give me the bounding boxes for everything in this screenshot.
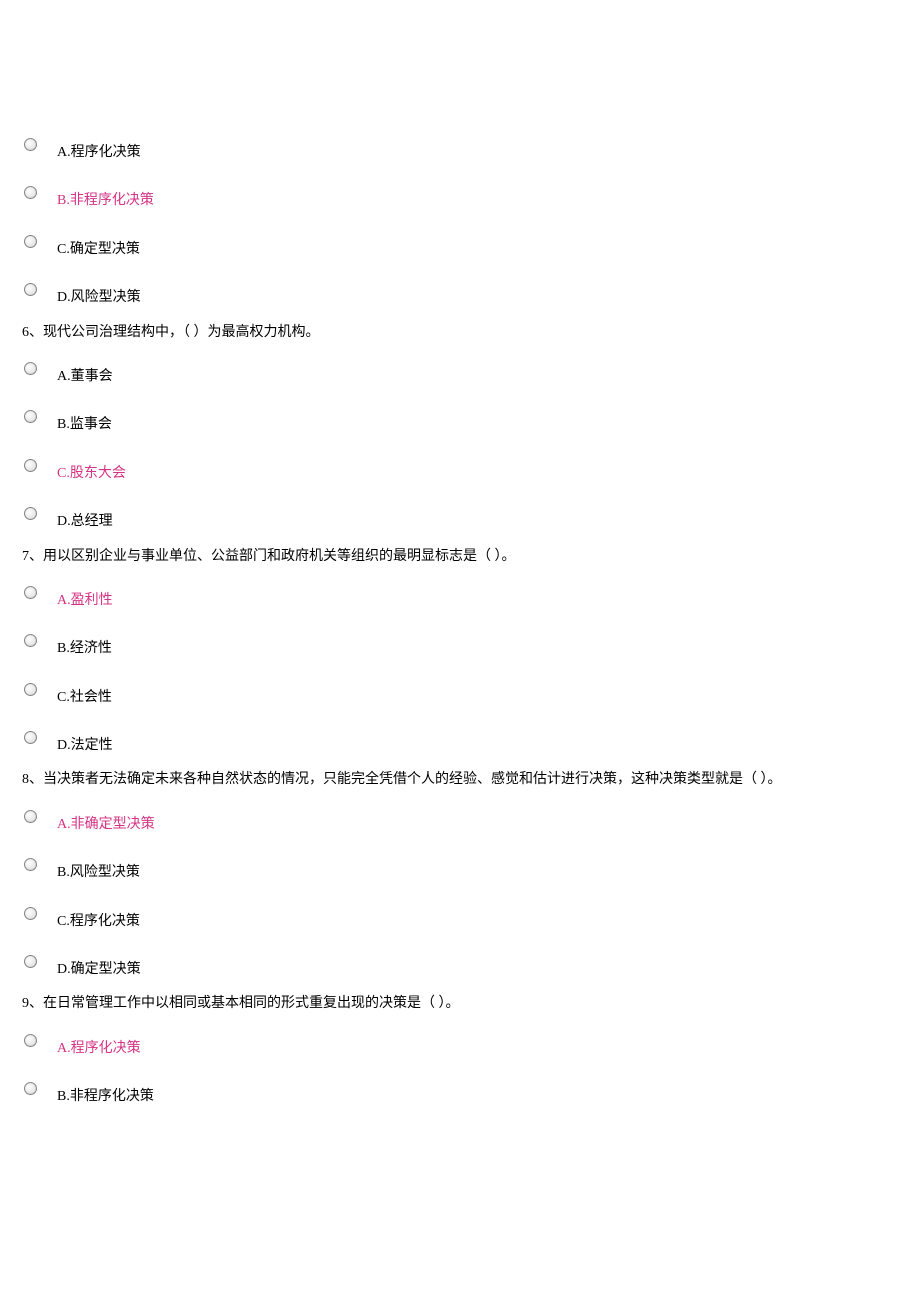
- option-row[interactable]: A.盈利性: [20, 576, 900, 616]
- radio-icon[interactable]: [24, 634, 37, 647]
- radio-icon[interactable]: [24, 858, 37, 871]
- radio-icon[interactable]: [24, 955, 37, 968]
- option-row[interactable]: D.确定型决策: [20, 945, 900, 985]
- option-row[interactable]: D.风险型决策: [20, 273, 900, 313]
- option-row[interactable]: A.程序化决策: [20, 1024, 900, 1064]
- option-label: B.经济性: [57, 634, 112, 660]
- option-label: B.非程序化决策: [57, 1082, 154, 1108]
- option-label: A.非确定型决策: [57, 810, 155, 836]
- option-label: A.盈利性: [57, 586, 113, 612]
- option-row[interactable]: C.确定型决策: [20, 225, 900, 265]
- option-row[interactable]: B.监事会: [20, 400, 900, 440]
- radio-icon[interactable]: [24, 586, 37, 599]
- option-label: C.确定型决策: [57, 235, 140, 261]
- option-label: C.程序化决策: [57, 907, 140, 933]
- option-row[interactable]: C.股东大会: [20, 449, 900, 489]
- question-text: 6、现代公司治理结构中，（ ）为最高权力机构。: [20, 322, 900, 344]
- radio-icon[interactable]: [24, 138, 37, 151]
- option-label: B.风险型决策: [57, 858, 140, 884]
- option-row[interactable]: B.风险型决策: [20, 848, 900, 888]
- option-row[interactable]: B.非程序化决策: [20, 176, 900, 216]
- option-row[interactable]: B.经济性: [20, 624, 900, 664]
- radio-icon[interactable]: [24, 507, 37, 520]
- option-row[interactable]: D.法定性: [20, 721, 900, 761]
- option-label: A.程序化决策: [57, 1034, 141, 1060]
- radio-icon[interactable]: [24, 1082, 37, 1095]
- option-label: D.确定型决策: [57, 955, 141, 981]
- radio-icon[interactable]: [24, 683, 37, 696]
- radio-icon[interactable]: [24, 810, 37, 823]
- radio-icon[interactable]: [24, 459, 37, 472]
- radio-icon[interactable]: [24, 1034, 37, 1047]
- question-block: 7、用以区别企业与事业单位、公益部门和政府机关等组织的最明显标志是（ ）。 A.盈…: [20, 546, 900, 762]
- radio-icon[interactable]: [24, 186, 37, 199]
- radio-icon[interactable]: [24, 362, 37, 375]
- option-label: C.社会性: [57, 683, 112, 709]
- radio-icon[interactable]: [24, 907, 37, 920]
- option-label: D.法定性: [57, 731, 113, 757]
- question-block: 6、现代公司治理结构中，（ ）为最高权力机构。 A.董事会 B.监事会 C.股东大会 D…: [20, 322, 900, 538]
- option-label: A.程序化决策: [57, 138, 141, 164]
- radio-icon[interactable]: [24, 410, 37, 423]
- question-text: 7、用以区别企业与事业单位、公益部门和政府机关等组织的最明显标志是（ ）。: [20, 546, 900, 568]
- option-label: D.总经理: [57, 507, 113, 533]
- option-label: B.监事会: [57, 410, 112, 436]
- radio-icon[interactable]: [24, 235, 37, 248]
- option-row[interactable]: D.总经理: [20, 497, 900, 537]
- option-row[interactable]: C.程序化决策: [20, 897, 900, 937]
- question-block: A.程序化决策 B.非程序化决策 C.确定型决策 D.风险型决策: [20, 128, 900, 314]
- option-label: B.非程序化决策: [57, 186, 154, 212]
- option-row[interactable]: A.非确定型决策: [20, 800, 900, 840]
- question-block: 9、在日常管理工作中以相同或基本相同的形式重复出现的决策是（ ）。 A.程序化决策…: [20, 993, 900, 1112]
- radio-icon[interactable]: [24, 731, 37, 744]
- option-row[interactable]: B.非程序化决策: [20, 1072, 900, 1112]
- option-label: C.股东大会: [57, 459, 126, 485]
- option-row[interactable]: A.董事会: [20, 352, 900, 392]
- question-text: 9、在日常管理工作中以相同或基本相同的形式重复出现的决策是（ ）。: [20, 993, 900, 1015]
- option-row[interactable]: A.程序化决策: [20, 128, 900, 168]
- radio-icon[interactable]: [24, 283, 37, 296]
- question-text: 8、当决策者无法确定未来各种自然状态的情况，只能完全凭借个人的经验、感觉和估计进…: [20, 769, 900, 791]
- question-block: 8、当决策者无法确定未来各种自然状态的情况，只能完全凭借个人的经验、感觉和估计进…: [20, 769, 900, 985]
- option-label: D.风险型决策: [57, 283, 141, 309]
- option-label: A.董事会: [57, 362, 113, 388]
- option-row[interactable]: C.社会性: [20, 673, 900, 713]
